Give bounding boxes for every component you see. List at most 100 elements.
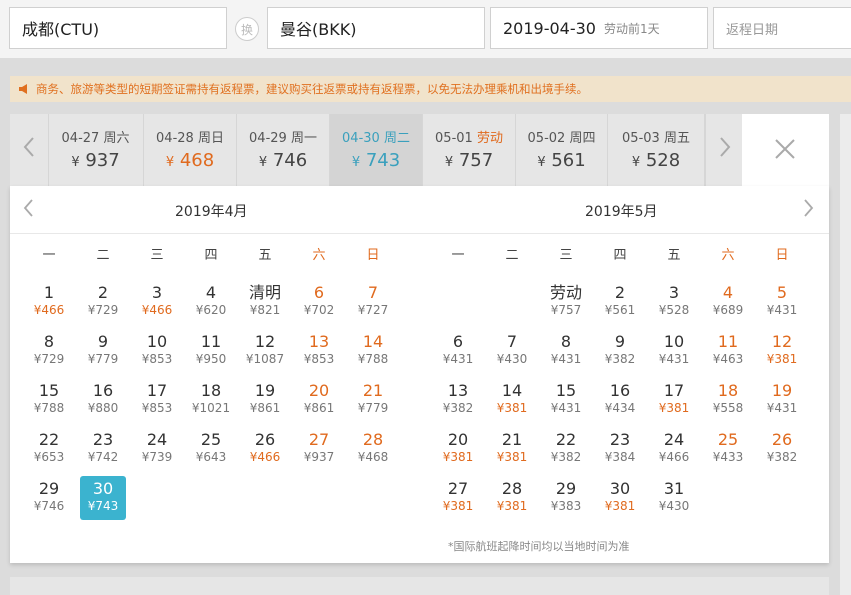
calendar-day[interactable]: 19 ¥861 (242, 378, 288, 422)
calendar-day[interactable]: 16 ¥434 (597, 378, 643, 422)
strip-day-05-02[interactable]: 05-02 周四 ¥ 561 (516, 114, 608, 186)
strip-day-price-value: 561 (551, 150, 586, 171)
calendar-day[interactable]: 9 ¥382 (597, 329, 643, 373)
calendar-day[interactable]: 24 ¥739 (134, 427, 180, 471)
calendar-day[interactable]: 25 ¥433 (705, 427, 751, 471)
calendar-day[interactable]: 27 ¥937 (296, 427, 342, 471)
strip-day-weekday: 周二 (383, 131, 410, 146)
weekday-header: 日 (775, 248, 789, 263)
weekday-header: 三 (150, 248, 164, 263)
calendar-day-price: ¥950 (195, 352, 227, 366)
calendar-day[interactable]: 7 ¥430 (489, 329, 535, 373)
departure-date-field[interactable]: 2019-04-30 劳动前1天 (490, 7, 708, 49)
calendar-day[interactable]: 28 ¥381 (489, 476, 535, 520)
calendar-day[interactable]: 20 ¥381 (435, 427, 481, 471)
calendar-day-number: 7 (367, 283, 379, 302)
calendar-day[interactable]: 30 ¥381 (597, 476, 643, 520)
strip-day-05-01[interactable]: 05-01 劳动 ¥ 757 (423, 114, 516, 186)
calendar-day[interactable]: 29 ¥746 (26, 476, 72, 520)
strip-day-04-29[interactable]: 04-29 周一 ¥ 746 (237, 114, 330, 186)
strip-day-price-value: 528 (645, 150, 681, 171)
calendar-day-number: 28 (362, 430, 384, 449)
calendar-day[interactable]: 5 ¥431 (759, 280, 805, 324)
calendar-day-number: 30 (609, 479, 631, 498)
departure-city-field[interactable]: 成都(CTU) (9, 7, 227, 49)
calendar-day[interactable]: 19 ¥431 (759, 378, 805, 422)
calendar-day[interactable]: 30 ¥743 (80, 476, 126, 520)
calendar-day[interactable]: 11 ¥463 (705, 329, 751, 373)
calendar-day[interactable]: 23 ¥384 (597, 427, 643, 471)
calendar-day[interactable]: 24 ¥466 (651, 427, 697, 471)
calendar-day[interactable]: 4 ¥620 (188, 280, 234, 324)
strip-prev-button[interactable] (10, 114, 49, 186)
calendar-day-price: ¥861 (249, 401, 281, 415)
return-date-field[interactable]: 返程日期 (713, 7, 851, 49)
calendar-day[interactable]: 26 ¥382 (759, 427, 805, 471)
calendar-day[interactable]: 2 ¥729 (80, 280, 126, 324)
strip-day-04-27[interactable]: 04-27 周六 ¥ 937 (48, 114, 144, 186)
calendar-day[interactable]: 14 ¥788 (350, 329, 396, 373)
calendar-day[interactable]: 17 ¥381 (651, 378, 697, 422)
calendar-day[interactable]: 28 ¥468 (350, 427, 396, 471)
calendar-day[interactable]: 清明 ¥821 (242, 280, 288, 324)
month-next-button[interactable] (803, 198, 815, 224)
calendar-day[interactable]: 10 ¥853 (134, 329, 180, 373)
strip-next-button[interactable] (705, 114, 744, 186)
calendar-day[interactable]: 27 ¥381 (435, 476, 481, 520)
calendar-day[interactable]: 7 ¥727 (350, 280, 396, 324)
swap-cities-button[interactable]: 换 (235, 17, 259, 41)
calendar-day[interactable]: 劳动 ¥757 (543, 280, 589, 324)
calendar-day[interactable]: 26 ¥466 (242, 427, 288, 471)
calendar-day[interactable]: 29 ¥383 (543, 476, 589, 520)
calendar-day[interactable]: 6 ¥702 (296, 280, 342, 324)
strip-day-04-30[interactable]: 04-30 周二 ¥ 743 (330, 114, 423, 186)
calendar-day[interactable]: 18 ¥558 (705, 378, 751, 422)
close-icon[interactable] (772, 136, 798, 162)
calendar-day[interactable]: 9 ¥779 (80, 329, 126, 373)
calendar-day[interactable]: 22 ¥653 (26, 427, 72, 471)
calendar-day[interactable]: 16 ¥880 (80, 378, 126, 422)
calendar-day[interactable]: 15 ¥788 (26, 378, 72, 422)
calendar-day-number: 18 (717, 381, 739, 400)
calendar-day-number: 12 (254, 332, 276, 351)
calendar-day-number: 6 (452, 332, 464, 351)
calendar-day[interactable]: 21 ¥381 (489, 427, 535, 471)
calendar-day[interactable]: 3 ¥528 (651, 280, 697, 324)
calendar-day[interactable]: 31 ¥430 (651, 476, 697, 520)
calendar-day-price: ¥431 (442, 352, 474, 366)
calendar-day[interactable]: 4 ¥689 (705, 280, 751, 324)
month-prev-button[interactable] (22, 198, 34, 224)
calendar-day[interactable]: 22 ¥382 (543, 427, 589, 471)
calendar-day[interactable]: 23 ¥742 (80, 427, 126, 471)
calendar-day[interactable]: 20 ¥861 (296, 378, 342, 422)
calendar-day[interactable]: 1 ¥466 (26, 280, 72, 324)
strip-day-05-03[interactable]: 05-03 周五 ¥ 528 (608, 114, 705, 186)
calendar-day-price: ¥788 (357, 352, 389, 366)
calendar-day[interactable]: 6 ¥431 (435, 329, 481, 373)
calendar-day-price: ¥382 (550, 450, 582, 464)
calendar-day-number: 16 (609, 381, 631, 400)
calendar-day[interactable]: 2 ¥561 (597, 280, 643, 324)
calendar-day[interactable]: 14 ¥381 (489, 378, 535, 422)
weekday-header: 一 (451, 248, 465, 263)
strip-day-04-28[interactable]: 04-28 周日 ¥ 468 (144, 114, 237, 186)
calendar-day[interactable]: 12 ¥1087 (242, 329, 288, 373)
calendar-day[interactable]: 13 ¥853 (296, 329, 342, 373)
calendar-day[interactable]: 17 ¥853 (134, 378, 180, 422)
calendar-day[interactable]: 3 ¥466 (134, 280, 180, 324)
calendar-day[interactable]: 8 ¥729 (26, 329, 72, 373)
calendar-day[interactable]: 12 ¥381 (759, 329, 805, 373)
calendar-day[interactable]: 10 ¥431 (651, 329, 697, 373)
calendar-day[interactable]: 11 ¥950 (188, 329, 234, 373)
calendar-day[interactable]: 15 ¥431 (543, 378, 589, 422)
calendar-day[interactable]: 8 ¥431 (543, 329, 589, 373)
strip-day-label: 04-28 周日 (144, 127, 236, 146)
calendar-day[interactable]: 13 ¥382 (435, 378, 481, 422)
calendar-day-number: 26 (771, 430, 793, 449)
calendar-day[interactable]: 25 ¥643 (188, 427, 234, 471)
calendar-day[interactable]: 18 ¥1021 (188, 378, 234, 422)
calendar-day-number: 清明 (248, 283, 281, 302)
arrival-city-field[interactable]: 曼谷(BKK) (267, 7, 485, 49)
calendar-day[interactable]: 21 ¥779 (350, 378, 396, 422)
calendar-day-price: ¥431 (658, 352, 690, 366)
